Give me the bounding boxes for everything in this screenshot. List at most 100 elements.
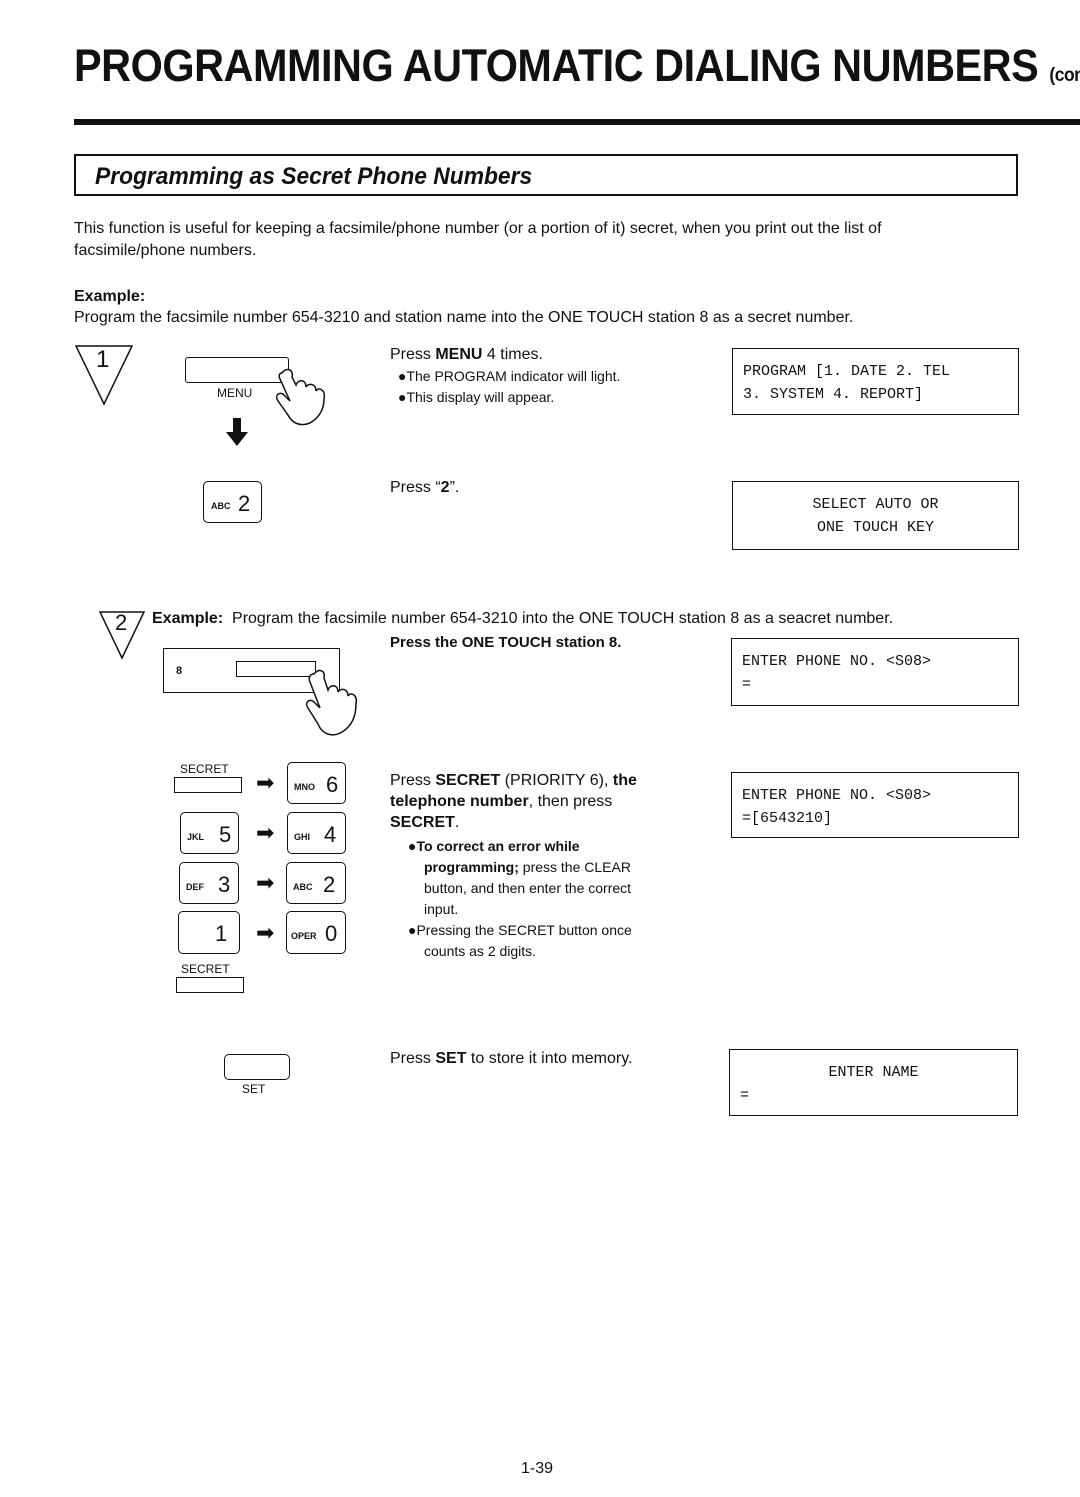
lcd-line-2: = bbox=[742, 676, 752, 693]
example-text: Program the facsimile number 654-3210 in… bbox=[232, 610, 894, 627]
right-arrow-icon: ➡ bbox=[256, 820, 275, 845]
step-1-instruction-menu: Press MENU 4 times. bbox=[390, 346, 543, 364]
secret-key[interactable] bbox=[174, 777, 242, 793]
instruction-line-3: SECRET. bbox=[390, 812, 637, 833]
section-title: Programming as Secret Phone Numbers bbox=[95, 163, 533, 190]
intro-paragraph: This function is useful for keeping a fa… bbox=[74, 218, 882, 262]
key-jkl-5[interactable]: JKL 5 bbox=[180, 812, 239, 854]
page-title: PROGRAMMING AUTOMATIC DIALING NUMBERS (c… bbox=[74, 40, 1080, 92]
set-key[interactable] bbox=[224, 1054, 290, 1080]
key-ghi-4[interactable]: GHI 4 bbox=[287, 812, 346, 854]
step-1-bullet-2: ●This display will appear. bbox=[398, 389, 555, 405]
instruction-line-1: Press SECRET (PRIORITY 6), the bbox=[390, 770, 637, 791]
text-bold: the bbox=[612, 772, 637, 789]
header-rule bbox=[74, 119, 1080, 125]
text: Press bbox=[390, 772, 436, 789]
instruction-set: Press SET to store it into memory. bbox=[390, 1050, 632, 1068]
text: 4 times. bbox=[482, 346, 543, 363]
text-bold: 2 bbox=[440, 479, 450, 496]
key-digit: 4 bbox=[324, 822, 337, 847]
secret-key[interactable] bbox=[176, 977, 244, 993]
key-digit: 5 bbox=[219, 822, 232, 847]
instruction-line-2: telephone number, then press bbox=[390, 791, 637, 812]
one-touch-station-label: 8 bbox=[176, 665, 183, 677]
key-letters: MNO bbox=[294, 782, 315, 792]
text: to store it into memory. bbox=[466, 1050, 633, 1067]
page-title-text: PROGRAMMING AUTOMATIC DIALING NUMBERS bbox=[74, 40, 1039, 91]
down-arrow-icon bbox=[226, 418, 248, 446]
key-abc-2[interactable]: ABC 2 bbox=[286, 862, 346, 904]
text-bold: SECRET bbox=[435, 772, 501, 789]
step-1-instruction-press-2: Press “2”. bbox=[390, 479, 459, 497]
key-oper-0[interactable]: OPER 0 bbox=[286, 911, 346, 954]
page-title-suffix: (cont.) bbox=[1049, 65, 1080, 86]
text-bold: MENU bbox=[435, 346, 483, 363]
text: press the CLEAR bbox=[518, 859, 631, 875]
intro-line-2: facsimile/phone numbers. bbox=[74, 242, 257, 259]
example-label: Example: bbox=[152, 610, 224, 627]
text: Press bbox=[390, 1050, 436, 1067]
key-letters: ABC bbox=[293, 882, 313, 892]
key-digit: 1 bbox=[215, 921, 228, 946]
note-correct-error: ●To correct an error while programming; … bbox=[408, 836, 631, 920]
text: . bbox=[454, 814, 460, 831]
step-1-bullet-1: ●The PROGRAM indicator will light. bbox=[398, 368, 621, 384]
right-arrow-icon: ➡ bbox=[256, 770, 275, 795]
key-digit: 0 bbox=[325, 921, 338, 946]
step-1-number: 1 bbox=[96, 346, 110, 373]
key-digit: 6 bbox=[326, 772, 339, 797]
lcd-line-1: ENTER PHONE NO. <S08> bbox=[742, 653, 932, 670]
text: Press bbox=[390, 346, 436, 363]
example-text: Program the facsimile number 654-3210 an… bbox=[74, 309, 854, 326]
key-digit: 2 bbox=[323, 872, 336, 897]
page-number: 1-39 bbox=[521, 1460, 554, 1477]
key-1[interactable]: 1 bbox=[178, 911, 240, 954]
lcd-line-1: ENTER NAME bbox=[828, 1064, 919, 1081]
text-bold: SECRET bbox=[390, 814, 455, 831]
secret-key-label: SECRET bbox=[181, 962, 230, 976]
key-letters: DEF bbox=[186, 882, 204, 892]
lcd-line-2: ONE TOUCH KEY bbox=[816, 519, 935, 536]
lcd-display-enter-name: ENTER NAME = bbox=[729, 1049, 1018, 1116]
menu-key-label: MENU bbox=[217, 386, 253, 400]
right-arrow-icon: ➡ bbox=[256, 920, 275, 945]
key-abc-2[interactable]: ABC 2 bbox=[203, 481, 262, 523]
key-letters: OPER bbox=[291, 931, 317, 941]
lcd-line-1: PROGRAM [1. DATE 2. TEL bbox=[743, 363, 951, 380]
lcd-line-2: 3. SYSTEM 4. REPORT] bbox=[743, 386, 924, 403]
text: (PRIORITY 6), bbox=[500, 772, 613, 789]
note-secret-digits: ●Pressing the SECRET button once counts … bbox=[408, 920, 632, 962]
instruction-press-one-touch: Press the ONE TOUCH station 8. bbox=[390, 634, 622, 651]
intro-line-1: This function is useful for keeping a fa… bbox=[74, 220, 882, 237]
lcd-line-2: =[6543210] bbox=[742, 810, 833, 827]
note-line: ●To correct an error while bbox=[408, 838, 580, 854]
key-def-3[interactable]: DEF 3 bbox=[179, 862, 239, 904]
secret-key-label: SECRET bbox=[180, 762, 229, 776]
right-arrow-icon: ➡ bbox=[256, 870, 275, 895]
lcd-display-select: SELECT AUTO OR ONE TOUCH KEY bbox=[732, 481, 1019, 550]
instruction-secret: Press SECRET (PRIORITY 6), the telephone… bbox=[390, 770, 637, 833]
key-letters: GHI bbox=[294, 832, 311, 842]
key-mno-6[interactable]: MNO 6 bbox=[287, 762, 346, 804]
lcd-line-1: SELECT AUTO OR bbox=[812, 496, 939, 513]
text: , then press bbox=[528, 793, 613, 810]
text: ”. bbox=[449, 479, 460, 496]
text-bold: programming; bbox=[424, 859, 519, 875]
note-line: ●Pressing the SECRET button once bbox=[408, 922, 632, 938]
note-line: button, and then enter the correct bbox=[424, 880, 632, 896]
lcd-display-phone-entered: ENTER PHONE NO. <S08> =[6543210] bbox=[731, 772, 1019, 838]
hand-pointer-icon bbox=[275, 368, 326, 426]
note-line: input. bbox=[424, 901, 459, 917]
hand-pointer-icon bbox=[305, 669, 358, 736]
lcd-line-2: = bbox=[740, 1087, 750, 1104]
text-bold: telephone number bbox=[390, 793, 529, 810]
lcd-display-enter-phone: ENTER PHONE NO. <S08> = bbox=[731, 638, 1019, 706]
set-key-label: SET bbox=[242, 1082, 266, 1096]
lcd-line-1: ENTER PHONE NO. <S08> bbox=[742, 787, 932, 804]
example-label: Example: bbox=[74, 288, 146, 305]
text-bold: SET bbox=[435, 1050, 467, 1067]
key-letters: JKL bbox=[187, 832, 205, 842]
key-letters: ABC bbox=[211, 501, 231, 511]
note-line: programming; press the CLEAR bbox=[408, 857, 631, 878]
key-digit: 3 bbox=[218, 872, 231, 897]
